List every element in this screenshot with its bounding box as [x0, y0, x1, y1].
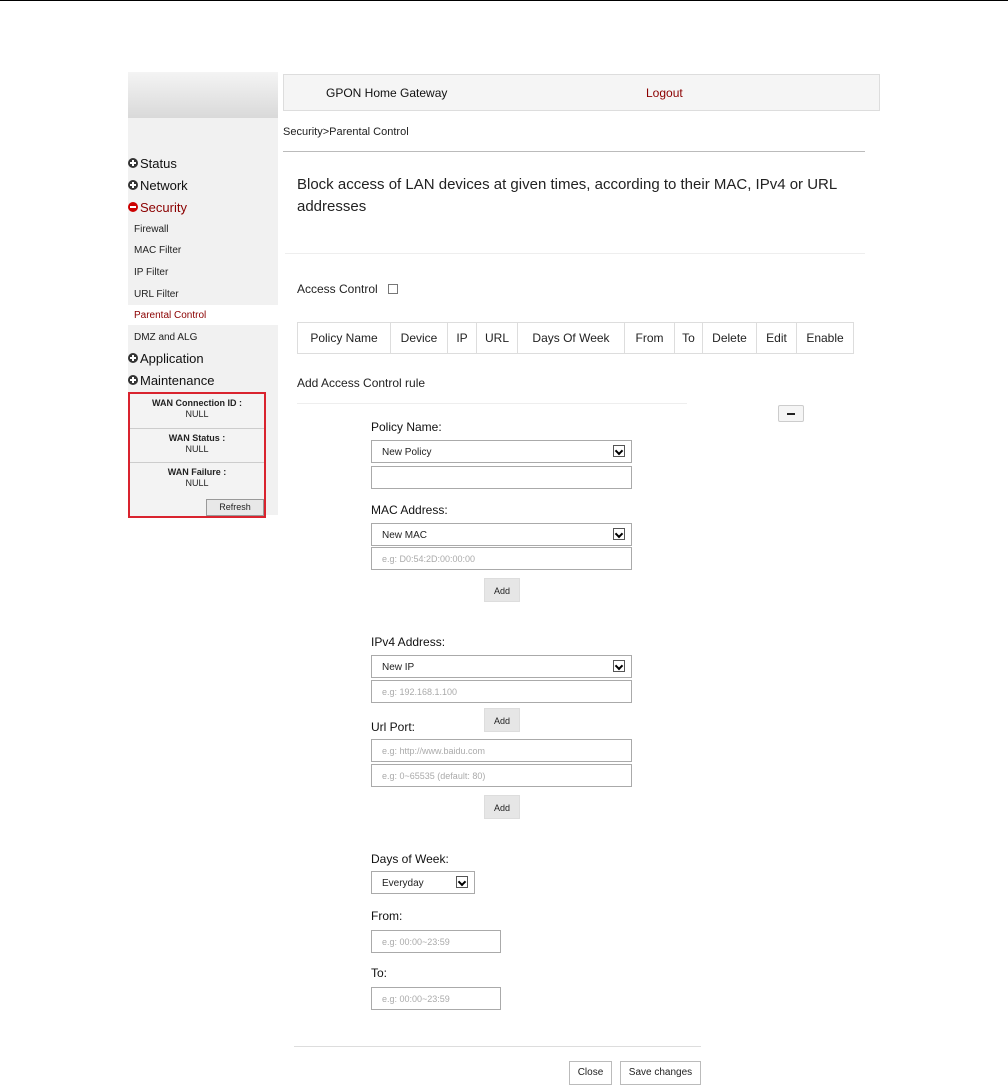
column-header: IP — [447, 322, 477, 354]
port-input[interactable] — [371, 764, 632, 787]
column-header: Enable — [796, 322, 854, 354]
divider — [297, 403, 687, 404]
column-header: Edit — [756, 322, 797, 354]
wan-status: WAN Status : NULL — [130, 433, 264, 455]
ipv4-address-input[interactable] — [371, 680, 632, 703]
wan-connection-id-label: WAN Connection ID : — [152, 398, 242, 408]
select-value: New Policy — [382, 447, 432, 458]
wan-status-value: NULL — [185, 444, 209, 454]
column-header: To — [674, 322, 703, 354]
save-changes-button[interactable]: Save changes — [620, 1061, 701, 1085]
mac-address-input[interactable] — [371, 547, 632, 570]
minus-circle-icon — [128, 202, 138, 212]
access-control-checkbox[interactable] — [388, 284, 398, 294]
sidebar-subitem-parental-control[interactable]: Parental Control — [128, 305, 278, 325]
divider — [283, 151, 865, 152]
mac-address-select[interactable]: New MAC — [371, 523, 632, 546]
plus-circle-icon — [128, 375, 138, 385]
wan-failure-label: WAN Failure : — [167, 467, 227, 477]
chevron-down-icon — [613, 445, 625, 457]
collapse-button[interactable] — [778, 405, 804, 422]
column-header: Delete — [702, 322, 757, 354]
wan-status-panel: WAN Connection ID : NULL WAN Status : NU… — [128, 392, 266, 518]
sidebar-item-status[interactable]: Status — [128, 155, 278, 171]
sidebar-item-label: Maintenance — [140, 372, 215, 388]
wan-status-label: WAN Status : — [168, 433, 226, 443]
sidebar-item-network[interactable]: Network — [128, 177, 278, 193]
page-description: Block access of LAN devices at given tim… — [297, 176, 837, 215]
sidebar-item-label: Security — [140, 199, 187, 215]
wan-connection-id-value: NULL — [185, 409, 209, 419]
divider — [285, 253, 865, 254]
from-time-input[interactable] — [371, 930, 501, 953]
chevron-down-icon — [613, 528, 625, 540]
sidebar-subitem-ip-filter[interactable]: IP Filter — [128, 262, 278, 282]
column-header: From — [624, 322, 675, 354]
sidebar-item-label: Application — [140, 350, 204, 366]
policy-name-select[interactable]: New Policy — [371, 440, 632, 463]
brand-title: GPON Home Gateway — [326, 86, 448, 100]
policy-name-label: Policy Name: — [371, 420, 442, 434]
sidebar-subitem-url-filter[interactable]: URL Filter — [128, 284, 278, 304]
to-time-input[interactable] — [371, 987, 501, 1010]
sidebar-subitem-dmz-alg[interactable]: DMZ and ALG — [128, 327, 278, 347]
select-value: New MAC — [382, 530, 428, 541]
sidebar-subitem-firewall[interactable]: Firewall — [128, 219, 278, 239]
sidebar-header — [128, 72, 278, 118]
top-border — [0, 0, 1008, 1]
url-input[interactable] — [371, 739, 632, 762]
sidebar-item-maintenance[interactable]: Maintenance — [128, 372, 278, 388]
plus-circle-icon — [128, 353, 138, 363]
breadcrumb: Security>Parental Control — [283, 126, 409, 138]
sidebar-item-label: Network — [140, 177, 188, 193]
access-control-table: Policy Name Device IP URL Days Of Week F… — [297, 322, 854, 354]
sidebar-item-label: Status — [140, 155, 177, 171]
add-ip-button[interactable]: Add — [484, 708, 520, 732]
ipv4-address-select[interactable]: New IP — [371, 655, 632, 678]
from-label: From: — [371, 909, 403, 923]
days-of-week-select[interactable]: Everyday — [371, 871, 475, 894]
wan-connection-id: WAN Connection ID : NULL — [130, 398, 264, 420]
sidebar-item-application[interactable]: Application — [128, 350, 278, 366]
wan-failure-value: NULL — [185, 478, 209, 488]
access-control-label: Access Control — [297, 282, 378, 296]
column-header: Device — [390, 322, 448, 354]
add-mac-button[interactable]: Add — [484, 578, 520, 602]
add-url-button[interactable]: Add — [484, 795, 520, 819]
refresh-button[interactable]: Refresh — [206, 499, 264, 516]
divider — [130, 462, 264, 463]
plus-circle-icon — [128, 158, 138, 168]
sidebar-item-security[interactable]: Security — [128, 199, 278, 215]
ipv4-address-label: IPv4 Address: — [371, 635, 446, 649]
divider — [294, 1046, 701, 1047]
close-button[interactable]: Close — [569, 1061, 612, 1085]
url-port-label: Url Port: — [371, 720, 416, 734]
policy-name-input[interactable] — [371, 466, 632, 489]
days-of-week-label: Days of Week: — [371, 852, 449, 866]
sidebar-subitem-mac-filter[interactable]: MAC Filter — [128, 240, 278, 260]
chevron-down-icon — [613, 660, 625, 672]
table-header-row: Policy Name Device IP URL Days Of Week F… — [297, 322, 854, 354]
select-value: New IP — [382, 662, 415, 673]
wan-failure: WAN Failure : NULL — [130, 467, 264, 489]
select-value: Everyday — [382, 878, 424, 889]
column-header: URL — [476, 322, 518, 354]
mac-address-label: MAC Address: — [371, 503, 448, 517]
divider — [130, 428, 264, 429]
add-rule-title: Add Access Control rule — [297, 376, 426, 390]
plus-circle-icon — [128, 180, 138, 190]
to-label: To: — [371, 966, 388, 980]
column-header: Policy Name — [297, 322, 391, 354]
logout-link[interactable]: Logout — [646, 86, 683, 100]
chevron-down-icon — [456, 876, 468, 888]
column-header: Days Of Week — [517, 322, 625, 354]
